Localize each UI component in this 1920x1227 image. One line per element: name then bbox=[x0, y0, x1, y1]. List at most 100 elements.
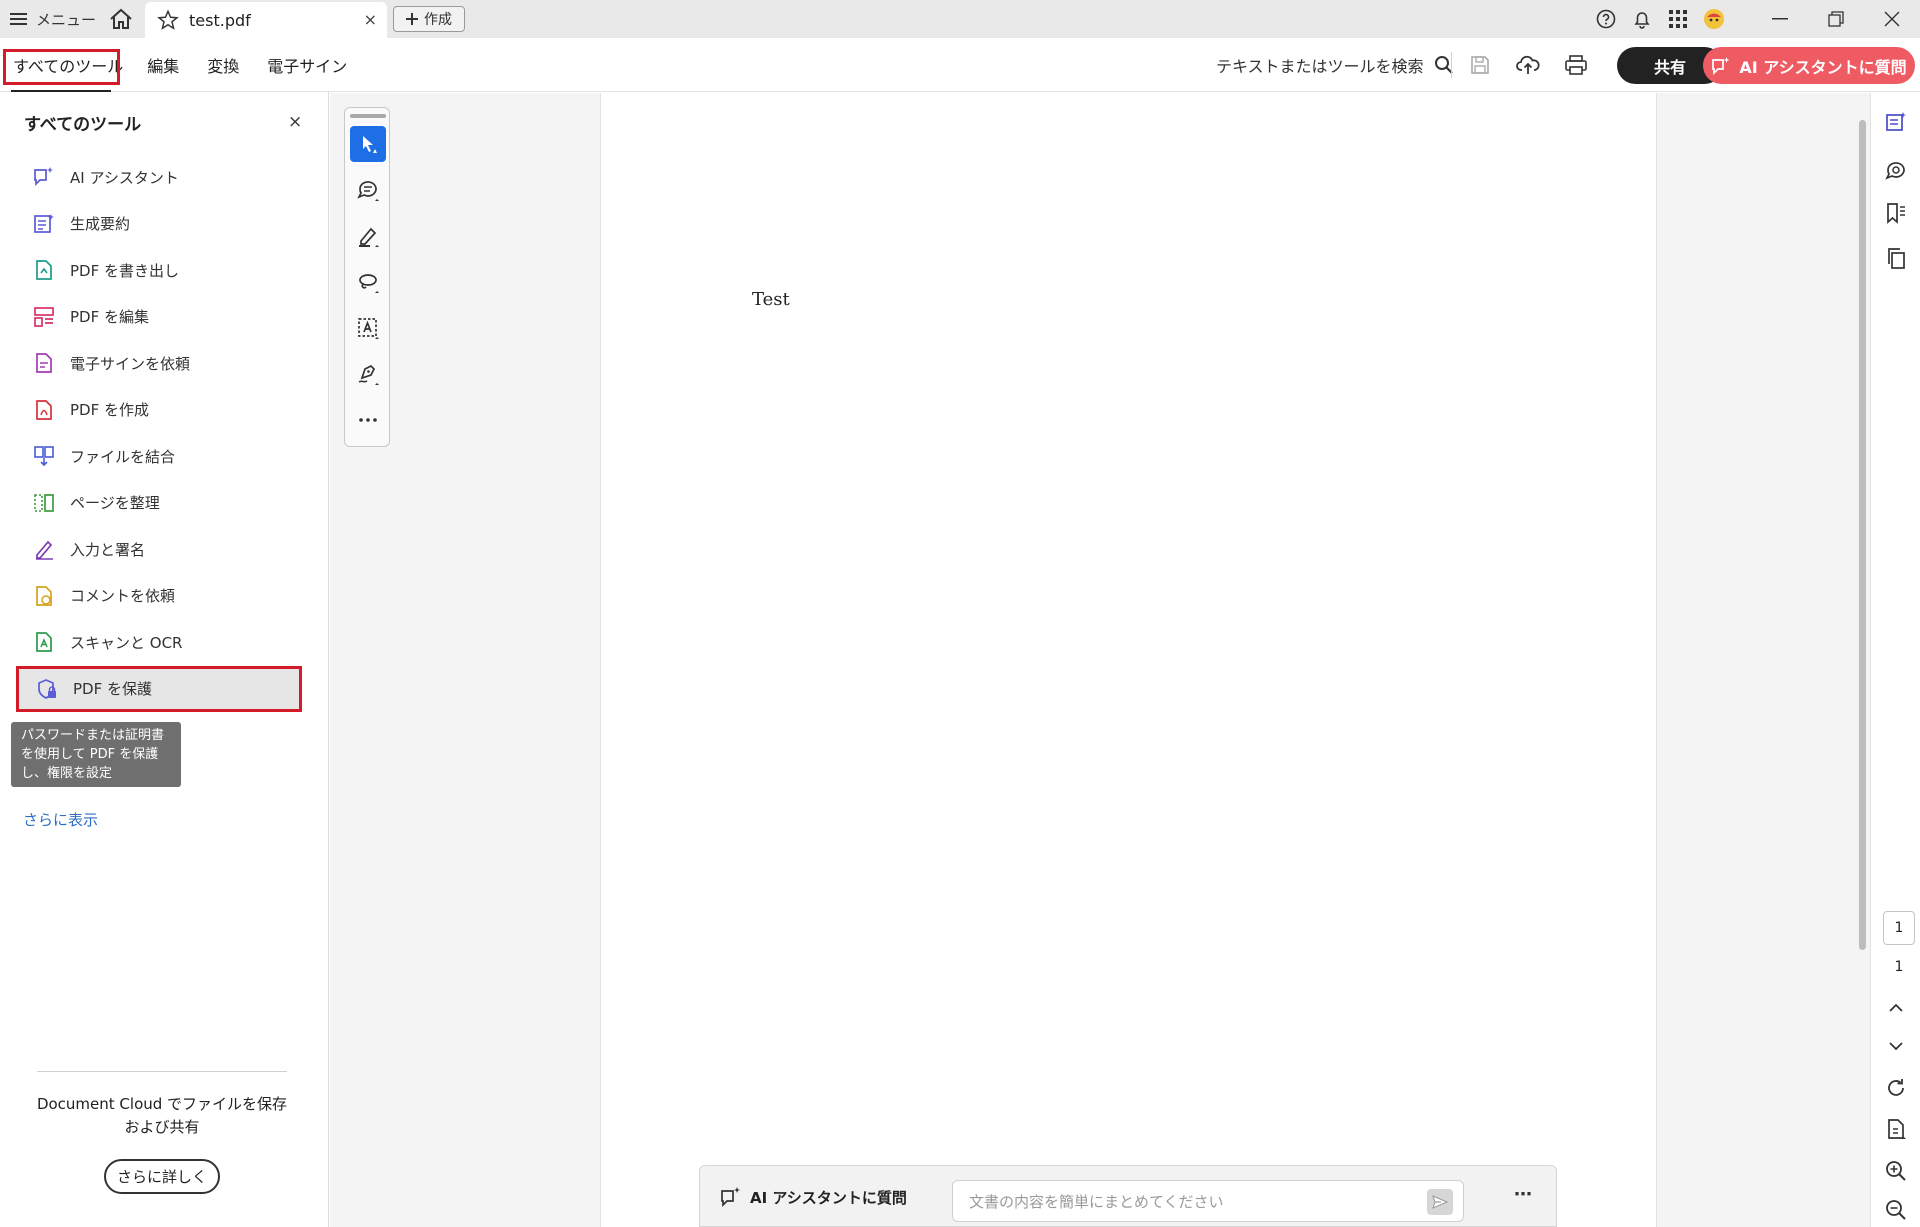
ai-button-label: AI アシスタントに質問 bbox=[1739, 57, 1907, 77]
ai-assistant-icon bbox=[32, 165, 56, 189]
tab-title: test.pdf bbox=[189, 10, 251, 30]
printer-icon bbox=[1565, 55, 1587, 75]
tool-protect-pdf[interactable]: PDF を保護 bbox=[16, 665, 302, 712]
tool-label: コメントを依頼 bbox=[70, 587, 176, 606]
tool-combine-files[interactable]: ファイルを結合 bbox=[0, 433, 329, 480]
tool-label: PDF を保護 bbox=[73, 680, 152, 698]
tab-convert[interactable]: 変換 bbox=[193, 38, 253, 92]
home-icon bbox=[110, 8, 132, 29]
panel-close-button[interactable]: × bbox=[288, 112, 302, 132]
document-tab[interactable]: test.pdf × bbox=[145, 2, 387, 38]
protect-pdf-tooltip: パスワードまたは証明書を使用して PDF を保護し、権限を設定 bbox=[11, 722, 181, 787]
tool-generative-summary[interactable]: 生成要約 bbox=[0, 201, 329, 248]
minimize-button[interactable] bbox=[1752, 0, 1808, 38]
search-tools[interactable]: テキストまたはツールを検索 bbox=[1216, 38, 1454, 92]
tool-request-comments[interactable]: コメントを依頼 bbox=[0, 573, 329, 620]
main-toolbar: すべてのツール 編集 変換 電子サイン テキストまたはツールを検索 共有 AI … bbox=[0, 38, 1920, 92]
help-button[interactable] bbox=[1588, 0, 1624, 38]
send-icon bbox=[1432, 1195, 1448, 1209]
tab-label: 変換 bbox=[207, 57, 240, 76]
cloud-upload-icon bbox=[1516, 55, 1540, 74]
tool-label: PDF を編集 bbox=[70, 308, 149, 327]
comments-rail-button[interactable] bbox=[1881, 155, 1911, 185]
cursor-icon bbox=[363, 136, 377, 153]
tool-label: PDF を作成 bbox=[70, 401, 149, 420]
tool-fill-sign[interactable]: 入力と署名 bbox=[0, 526, 329, 573]
toolbar-divider bbox=[1451, 52, 1452, 78]
page-text: Test bbox=[752, 289, 790, 310]
summary-icon bbox=[1886, 112, 1906, 131]
zoom-in-button[interactable] bbox=[1881, 1156, 1911, 1186]
bookmarks-rail-button[interactable] bbox=[1881, 198, 1911, 228]
pen-icon bbox=[359, 227, 379, 247]
close-icon bbox=[1884, 11, 1900, 27]
ai-chat-icon bbox=[721, 1187, 740, 1208]
save-button[interactable] bbox=[1466, 51, 1494, 79]
all-tools-panel: すべてのツール × AI アシスタント 生成要約 PDF を書き出し PDF を… bbox=[0, 92, 329, 1227]
apps-button[interactable] bbox=[1660, 0, 1696, 38]
quick-tools-bar bbox=[344, 107, 390, 447]
request-comment-icon bbox=[32, 584, 56, 608]
tool-scan-ocr[interactable]: スキャンと OCR bbox=[0, 619, 329, 666]
previous-page-button[interactable] bbox=[1881, 993, 1911, 1023]
drag-handle[interactable] bbox=[350, 114, 386, 118]
close-window-button[interactable] bbox=[1864, 0, 1920, 38]
send-button[interactable] bbox=[1427, 1189, 1453, 1215]
home-button[interactable] bbox=[108, 7, 134, 31]
rotate-button[interactable] bbox=[1881, 1073, 1911, 1103]
new-tab-button[interactable]: 作成 bbox=[393, 6, 465, 32]
bell-icon bbox=[1634, 12, 1650, 29]
tab-esign[interactable]: 電子サイン bbox=[253, 38, 361, 92]
star-icon[interactable] bbox=[157, 9, 179, 31]
panel-title: すべてのツール bbox=[24, 115, 142, 135]
restore-button[interactable] bbox=[1808, 0, 1864, 38]
page-display-button[interactable] bbox=[1881, 1114, 1911, 1144]
ai-bar-title: AI アシスタントに質問 bbox=[720, 1186, 907, 1208]
tool-create-pdf[interactable]: PDF を作成 bbox=[0, 387, 329, 434]
tab-edit[interactable]: 編集 bbox=[133, 38, 193, 92]
ai-question-field[interactable] bbox=[952, 1180, 1464, 1222]
tool-export-pdf[interactable]: PDF を書き出し bbox=[0, 247, 329, 294]
next-page-button[interactable] bbox=[1881, 1031, 1911, 1061]
avatar-icon bbox=[1704, 9, 1724, 29]
page-fit-icon bbox=[1888, 1119, 1906, 1139]
more-tools-button[interactable] bbox=[350, 402, 386, 438]
tool-ai-assistant[interactable]: AI アシスタント bbox=[0, 154, 329, 201]
upload-button[interactable] bbox=[1514, 51, 1542, 79]
pages-rail-button[interactable] bbox=[1881, 243, 1911, 273]
zoom-out-icon bbox=[1886, 1200, 1906, 1220]
tab-close-button[interactable]: × bbox=[364, 10, 377, 29]
ai-bar-more-button[interactable]: ⋯ bbox=[1514, 1184, 1532, 1205]
hamburger-icon bbox=[10, 13, 27, 25]
bookmark-icon bbox=[1887, 203, 1905, 224]
tool-list: AI アシスタント 生成要約 PDF を書き出し PDF を編集 電子サインを依… bbox=[0, 154, 329, 712]
comment-tool-button[interactable] bbox=[350, 172, 386, 208]
zoom-out-button[interactable] bbox=[1881, 1195, 1911, 1225]
ai-summary-rail-button[interactable] bbox=[1881, 107, 1911, 137]
pdf-page[interactable]: Test bbox=[600, 93, 1657, 1227]
learn-more-button[interactable]: さらに詳しく bbox=[104, 1159, 220, 1194]
draw-tool-button[interactable] bbox=[350, 264, 386, 300]
text-box-tool-button[interactable] bbox=[350, 310, 386, 346]
print-button[interactable] bbox=[1562, 51, 1590, 79]
ai-question-input[interactable] bbox=[969, 1191, 1409, 1213]
current-page-input[interactable]: 1 bbox=[1883, 911, 1915, 945]
tool-label: 電子サインを依頼 bbox=[70, 354, 191, 373]
learn-more-label: さらに詳しく bbox=[116, 1168, 207, 1186]
tab-all-tools[interactable]: すべてのツール bbox=[3, 38, 133, 92]
show-more-link[interactable]: さらに表示 bbox=[23, 809, 98, 830]
menu-button[interactable]: メニュー bbox=[10, 6, 96, 32]
highlight-tool-button[interactable] bbox=[350, 218, 386, 254]
notifications-button[interactable] bbox=[1624, 0, 1660, 38]
select-tool-button[interactable] bbox=[350, 126, 386, 162]
profile-button[interactable] bbox=[1696, 0, 1732, 38]
cloud-promo-text: Document Cloud でファイルを保存および共有 bbox=[36, 1095, 288, 1136]
tool-request-esign[interactable]: 電子サインを依頼 bbox=[0, 340, 329, 387]
request-esign-icon bbox=[32, 351, 56, 375]
scrollbar-thumb[interactable] bbox=[1859, 120, 1866, 950]
toolbar-tabs: すべてのツール 編集 変換 電子サイン bbox=[0, 38, 361, 92]
tool-organize-pages[interactable]: ページを整理 bbox=[0, 480, 329, 527]
sign-tool-button[interactable] bbox=[350, 356, 386, 392]
tool-edit-pdf[interactable]: PDF を編集 bbox=[0, 294, 329, 341]
ai-assistant-button[interactable]: AI アシスタントに質問 bbox=[1703, 47, 1915, 84]
